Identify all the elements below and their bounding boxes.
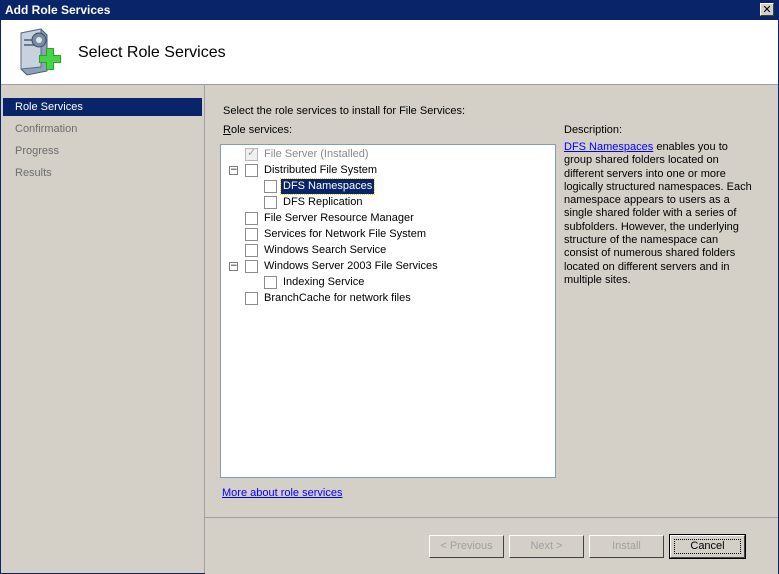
collapse-icon[interactable]: − [229, 166, 238, 175]
page-title: Select Role Services [78, 44, 226, 61]
role-services-label: Role services: [223, 124, 292, 136]
window-title: Add Role Services [5, 3, 111, 17]
description-label: Description: [564, 124, 623, 136]
close-icon: ✕ [762, 3, 772, 16]
access-key: R [223, 124, 231, 136]
sidebar-item-label: Progress [15, 145, 60, 157]
description-text: enables you to group shared folders loca… [564, 141, 752, 286]
instruction-text: Select the role services to install for … [223, 105, 466, 117]
dfs-namespaces-help-link[interactable]: DFS Namespaces [564, 141, 653, 153]
checkbox-windows-server-2003-file-services[interactable] [245, 260, 258, 273]
sidebar-item-progress[interactable]: Progress [3, 142, 202, 160]
sidebar-item-label: Role Services [15, 101, 83, 113]
check-icon: ✓ [247, 146, 257, 159]
checkbox-indexing-service[interactable] [264, 276, 277, 289]
tree-item-label: Windows Search Service [264, 244, 387, 256]
tree-item-label: File Server Resource Manager [264, 212, 414, 224]
focus-rectangle [674, 539, 741, 554]
tree-item-label: BranchCache for network files [264, 292, 411, 304]
tree-item-label: DFS Replication [283, 196, 363, 208]
wizard-header: Select Role Services [1, 20, 778, 85]
checkbox-services-for-nfs[interactable] [245, 228, 258, 241]
tree-item-label: DFS Namespaces [279, 178, 376, 195]
role-services-tree[interactable]: ✓ File Server (Installed) − Distributed … [220, 144, 556, 478]
collapse-icon[interactable]: − [229, 262, 238, 271]
add-role-services-window: Add Role Services ✕ Select Role Services… [0, 0, 779, 574]
next-button[interactable]: Next > [509, 535, 584, 558]
cancel-button[interactable]: Cancel [669, 534, 746, 559]
checkbox-file-server[interactable]: ✓ [245, 146, 258, 161]
more-about-role-services-link[interactable]: More about role services [222, 487, 342, 499]
checkbox-windows-search-service[interactable] [245, 244, 258, 257]
tree-item-label: Distributed File System [264, 164, 378, 176]
checkbox-file-server-resource-manager[interactable] [245, 212, 258, 225]
close-button[interactable]: ✕ [760, 3, 774, 16]
sidebar-item-confirmation[interactable]: Confirmation [3, 120, 202, 138]
install-button[interactable]: Install [589, 535, 664, 558]
wizard-footer: < Previous Next > Install Cancel [205, 517, 778, 574]
checkbox-dfs-namespaces[interactable] [264, 180, 277, 193]
sidebar-item-role-services[interactable]: Role Services [3, 98, 202, 116]
sidebar-item-label: Results [15, 167, 52, 179]
tree-item-label: File Server (Installed) [264, 148, 369, 160]
wizard-sidebar: Role Services Confirmation Progress Resu… [1, 85, 205, 573]
role-services-label-rest: ole services: [230, 124, 293, 136]
title-bar[interactable]: Add Role Services ✕ [1, 1, 778, 20]
tree-item-label: Indexing Service [283, 276, 365, 288]
checkbox-distributed-file-system[interactable] [245, 164, 258, 177]
tree-item-label: Services for Network File System [264, 228, 426, 240]
sidebar-item-label: Confirmation [15, 123, 78, 135]
install-button-label: Install [612, 540, 641, 552]
server-add-icon [20, 28, 61, 76]
previous-button-label: < Previous [440, 540, 493, 552]
next-button-label: Next > [530, 540, 563, 552]
previous-button[interactable]: < Previous [429, 535, 504, 558]
sidebar-item-results[interactable]: Results [3, 164, 202, 182]
checkbox-dfs-replication[interactable] [264, 196, 277, 209]
description-panel: DFS Namespaces enables you to group shar… [564, 141, 754, 287]
checkbox-branchcache[interactable] [245, 292, 258, 305]
tree-item-label: Windows Server 2003 File Services [264, 260, 438, 272]
